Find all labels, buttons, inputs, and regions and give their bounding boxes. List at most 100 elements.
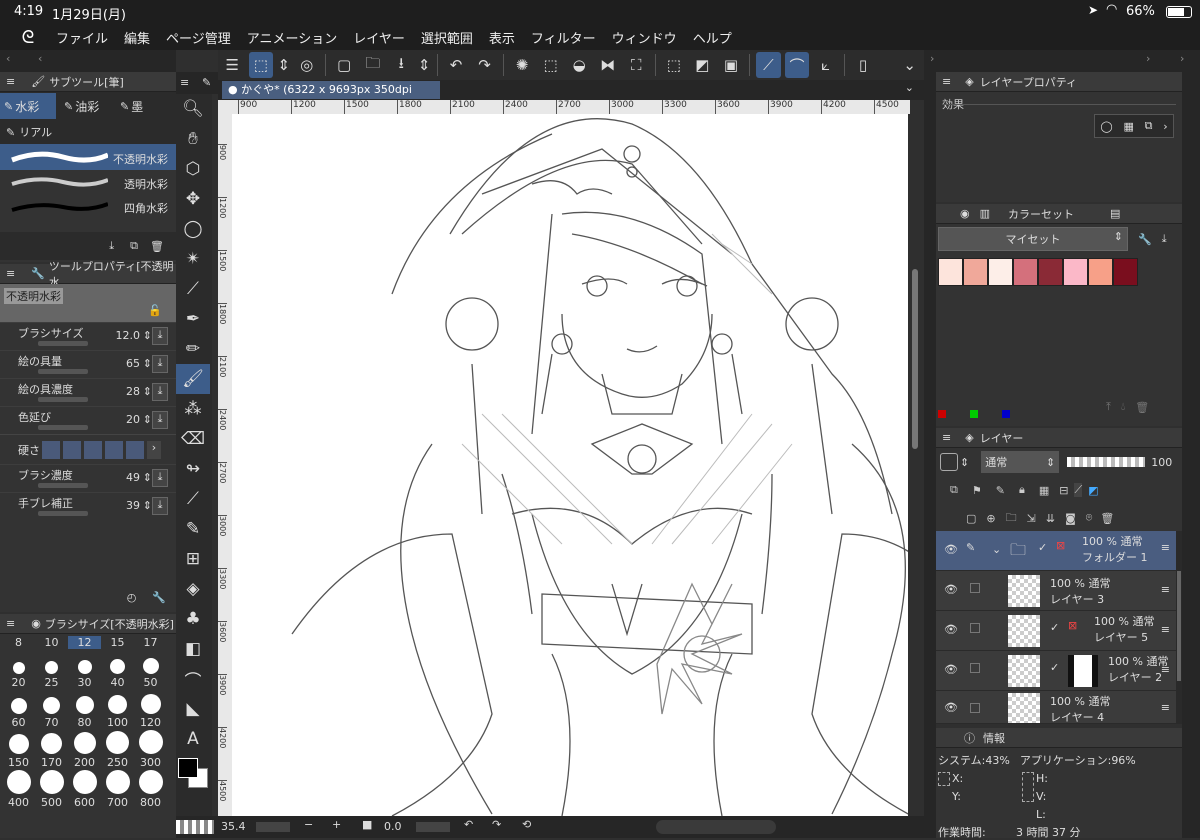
rotate-right-icon[interactable]: ↷	[492, 818, 501, 831]
menu-handle-icon[interactable]: ≡	[6, 267, 15, 280]
pen-tool-icon[interactable]: ✒	[176, 304, 210, 334]
menu-view[interactable]: 表示	[489, 28, 515, 47]
brush-size-preset[interactable]: 20	[2, 650, 35, 690]
edit-mode-icon[interactable]: ⬚	[248, 52, 274, 78]
property-slider[interactable]	[38, 483, 88, 488]
stepper-icon[interactable]: ⇕	[143, 329, 152, 342]
collapse-left-icon-2[interactable]: ‹	[38, 52, 42, 65]
merge-down-icon[interactable]: ⇊	[1046, 512, 1055, 525]
brush-size-preset[interactable]: 170	[35, 730, 68, 770]
brush-size-preset[interactable]: 250	[101, 730, 134, 770]
trash-icon[interactable]: 🗑	[150, 240, 164, 253]
brush-size-preset[interactable]: 50	[134, 650, 167, 690]
vector-pen-icon[interactable]: ✎	[176, 514, 210, 544]
pressure-icon[interactable]: ⤓	[152, 383, 168, 401]
spiral-icon[interactable]: ◎	[294, 52, 319, 78]
pressure-icon[interactable]: ⤓	[152, 355, 168, 373]
menu-filter[interactable]: フィルター	[531, 28, 596, 47]
menu-handle-icon[interactable]: ≡	[942, 431, 951, 444]
menu-handle-icon[interactable]: ≡	[180, 76, 189, 89]
clip-icon[interactable]: ⧉	[950, 483, 958, 497]
brush-tool-icon[interactable]: 🖌	[176, 364, 210, 394]
collapse-left-icon[interactable]: ‹	[6, 52, 10, 65]
app-logo-icon[interactable]: ᘓ	[0, 27, 56, 48]
check-icon[interactable]: ✓	[1038, 541, 1047, 554]
property-value[interactable]: 28	[126, 385, 140, 398]
zoom-slider[interactable]	[256, 822, 290, 832]
new-raster-layer-icon[interactable]: ▢	[966, 512, 976, 525]
trash-icon[interactable]: 🗑	[1135, 401, 1149, 414]
tone-effect-icon[interactable]: ▦	[1123, 120, 1133, 133]
zoom-tool-icon[interactable]: 🔍︎	[176, 94, 210, 124]
chevron-right-icon[interactable]: ›	[147, 440, 161, 459]
hardness-step[interactable]	[126, 440, 144, 459]
color-swatch[interactable]	[963, 258, 988, 286]
expand-icon[interactable]: ›	[1146, 52, 1150, 65]
pressure-icon[interactable]: ⤓	[152, 469, 168, 487]
hardness-step[interactable]	[63, 440, 81, 459]
color-swatch[interactable]	[1113, 258, 1138, 286]
drawing-canvas[interactable]	[232, 114, 908, 816]
layer-menu-icon[interactable]: ≡	[1161, 583, 1170, 596]
color-swatch[interactable]	[1013, 258, 1038, 286]
snap-ruler-icon[interactable]: ⟋	[756, 52, 781, 78]
property-slider[interactable]	[38, 425, 88, 430]
brush-size-preset[interactable]: 700	[101, 770, 134, 810]
menu-selection[interactable]: 選択範囲	[421, 28, 473, 47]
gradient-tool-icon[interactable]: ◧	[176, 634, 210, 664]
opacity-slider[interactable]	[1067, 457, 1146, 467]
new-file-icon[interactable]: ▢	[332, 52, 357, 78]
rotation-value[interactable]: 0.0	[384, 820, 402, 833]
hardness-step[interactable]	[105, 440, 123, 459]
layer-color-icon[interactable]: ⧉	[1145, 119, 1153, 133]
zoom-value[interactable]: 35.4	[221, 820, 246, 833]
transfer-down-icon[interactable]: ⇲	[1027, 512, 1036, 525]
tab-watercolor[interactable]: ✎ 水彩	[0, 93, 56, 119]
scroll-thumb[interactable]	[912, 269, 918, 449]
fill-icon[interactable]: ◒	[567, 52, 592, 78]
updown-icon[interactable]: ⇕	[277, 52, 290, 78]
eye-icon[interactable]: 👁︎	[944, 701, 958, 714]
add-color-icon[interactable]: ⤒	[1106, 400, 1111, 414]
property-value[interactable]: 12.0	[116, 329, 141, 342]
menu-handle-icon[interactable]: ≡	[6, 75, 15, 88]
blend-square-icon[interactable]	[940, 453, 958, 471]
property-slider[interactable]	[38, 369, 88, 374]
color-wheel-icon[interactable]: ◉	[960, 207, 970, 220]
stepper-icon[interactable]: ⇕	[143, 413, 152, 426]
layer-color-icon[interactable]: ◩	[1088, 484, 1098, 497]
menu-handle-icon[interactable]: ≡	[942, 75, 951, 88]
brush-size-preset[interactable]: 400	[2, 770, 35, 810]
tab-oil[interactable]: ✎ 油彩	[56, 93, 112, 119]
check-icon[interactable]: ✓	[1050, 661, 1059, 674]
blend-mode-dropdown[interactable]: 通常 ⇕	[981, 451, 1060, 473]
reset-rotation-icon[interactable]: ⟲	[522, 818, 531, 831]
hardness-step[interactable]	[84, 440, 102, 459]
menu-file[interactable]: ファイル	[56, 28, 108, 47]
rotation-slider[interactable]	[416, 822, 450, 832]
clock-icon[interactable]: ◴	[127, 591, 137, 604]
layer-menu-icon[interactable]: ≡	[1161, 701, 1170, 714]
checkbox[interactable]	[970, 703, 980, 713]
open-folder-icon[interactable]: 🗀	[360, 52, 385, 78]
property-slider[interactable]	[38, 397, 88, 402]
invert-selection-icon[interactable]: ◩	[690, 52, 715, 78]
vertical-scrollbar[interactable]	[908, 114, 924, 816]
color-swatch[interactable]	[988, 258, 1013, 286]
collapse-right-icon[interactable]: ›	[930, 52, 934, 65]
stepper-icon[interactable]: ⇕	[143, 471, 152, 484]
expand-icon-2[interactable]: ›	[1180, 52, 1184, 65]
camera-icon[interactable]: ⌾	[1086, 511, 1093, 525]
color-swatch[interactable]	[1088, 258, 1113, 286]
color-swatch[interactable]	[1063, 258, 1088, 286]
pencil-tool-icon[interactable]: ✏	[176, 334, 210, 364]
pressure-icon[interactable]: ⤓	[152, 497, 168, 515]
pressure-icon[interactable]: ⤓	[152, 327, 168, 345]
brush-size-preset[interactable]: 100	[101, 690, 134, 730]
layer-row-4[interactable]: 👁︎ 100 % 通常 レイヤー 4 ≡	[936, 691, 1176, 724]
brush-size-preset[interactable]: 15	[101, 636, 134, 649]
fit-icon[interactable]: ■	[362, 818, 372, 831]
undo-icon[interactable]: ↶	[444, 52, 469, 78]
layer-row-folder[interactable]: 👁︎ ✎ ⌄ 🗀 ✓ ⊠ 100 % 通常 フォルダー 1 ≡	[936, 531, 1176, 571]
layer-row-5[interactable]: 👁︎ ✓ ⊠ 100 % 通常 レイヤー 5 ≡	[936, 611, 1176, 651]
